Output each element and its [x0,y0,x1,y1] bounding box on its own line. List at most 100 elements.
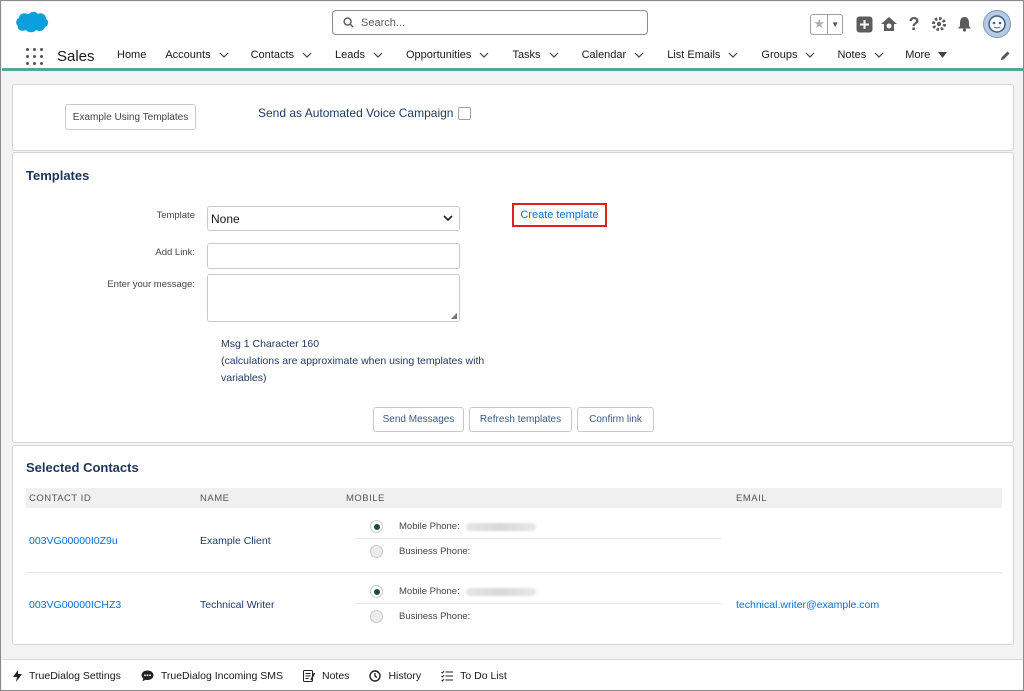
send-messages-button[interactable]: Send Messages [373,407,464,432]
contact-name[interactable]: Example Client [200,535,271,547]
nav-tab-list-emails[interactable]: List Emails [667,49,738,61]
nav-tab-label: Notes [837,49,867,61]
nav-tab-label: Opportunities [406,49,472,61]
row-divider [26,572,1002,573]
contact-id[interactable]: 003VG00000ICHZ3 [29,599,121,611]
salesforce-logo-icon[interactable] [15,10,49,37]
lightning-icon [13,669,22,682]
voice-campaign-checkbox[interactable] [458,106,472,120]
notes-icon [303,669,315,682]
nav-tab-label: Groups [761,49,798,61]
bell-icon[interactable] [953,13,975,35]
template-select[interactable]: None [207,206,460,231]
utility-label: Notes [322,669,350,682]
utility-label: History [388,669,422,682]
chevron-down-icon[interactable] [728,50,738,61]
utility-label: To Do List [460,669,507,682]
mobile-phone-label: Mobile Phone: [399,521,460,532]
global-header: Search... ★ ▼ ? [2,2,1023,42]
nav-tab-label: Calendar [581,49,627,61]
voice-campaign-option: Send as Automated Voice Campaign [258,106,472,120]
redacted-phone-number [465,522,536,531]
resize-handle-icon[interactable]: ◢ [451,311,457,320]
utility-label: TrueDialog Settings [29,669,121,682]
business-phone-option: Business Phone: [356,539,721,563]
nav-tab-home[interactable]: Home [117,49,146,61]
caret-down-icon[interactable]: ▼ [828,15,842,34]
app-window: Search... ★ ▼ ? Sales Home Accounts Cont… [0,0,1024,691]
business-phone-option: Business Phone: [356,604,721,628]
utility-truedialog-settings[interactable]: TrueDialog Settings [13,669,121,682]
mobile-phone-option: Mobile Phone: [356,515,721,539]
business-phone-radio[interactable] [370,544,383,558]
contact-email[interactable]: technical.writer@example.com [736,599,879,611]
refresh-templates-button[interactable]: Refresh templates [469,407,572,432]
business-phone-radio[interactable] [370,609,383,623]
help-icon[interactable]: ? [903,13,925,35]
checklist-icon [441,670,454,682]
voice-campaign-label: Send as Automated Voice Campaign [258,106,454,120]
create-template-link[interactable]: Create template [512,203,607,227]
search-input[interactable]: Search... [332,10,648,35]
utility-history[interactable]: History [369,670,421,682]
nav-tab-contacts[interactable]: Contacts [251,49,312,61]
chevron-down-icon[interactable] [373,50,383,61]
table-row: 003VG00000ICHZ3 Technical Writer technic… [26,577,1002,637]
gear-icon[interactable] [928,13,950,35]
contact-id[interactable]: 003VG00000I0Z9u [29,535,118,547]
chevron-down-icon[interactable] [634,50,644,61]
caret-down-icon[interactable] [938,50,948,61]
nav-tab-label: Home [117,49,147,61]
message-textarea[interactable]: ◢ [207,274,460,322]
chevron-down-icon[interactable] [805,50,815,61]
nav-tab-label: Accounts [165,49,211,61]
contact-name[interactable]: Technical Writer [200,599,275,611]
template-selected-value: None [211,211,240,226]
chevron-down-icon[interactable] [549,50,559,61]
table-row: 003VG00000I0Z9u Example Client Mobile Ph… [26,512,1002,572]
chevron-down-icon[interactable] [874,50,884,61]
edit-nav-icon[interactable] [1000,50,1011,64]
utility-label: TrueDialog Incoming SMS [160,669,283,682]
add-icon[interactable] [853,13,875,35]
nav-tab-notes[interactable]: Notes [837,49,884,61]
selected-contacts-card: Selected Contacts CONTACT ID NAME MOBILE… [12,445,1014,645]
nav-tab-tasks[interactable]: Tasks [512,49,558,61]
chevron-down-icon[interactable] [479,50,489,61]
nav-tab-calendar[interactable]: Calendar [582,49,645,61]
nav-tab-leads[interactable]: Leads [335,49,383,61]
favorites-control[interactable]: ★ ▼ [810,13,843,35]
nav-tab-opportunities[interactable]: Opportunities [406,49,489,61]
nav-tab-label: Leads [335,49,365,61]
example-using-templates-button[interactable]: Example Using Templates [65,104,196,130]
business-phone-label: Business Phone: [399,610,471,622]
mobile-phone-radio[interactable] [370,520,383,533]
template-label: Template [156,210,195,221]
chevron-down-icon[interactable] [302,50,312,61]
header-utilities: ★ ▼ ? [810,10,1011,38]
user-avatar[interactable] [983,10,1011,38]
mobile-phone-radio[interactable] [370,585,383,598]
star-icon[interactable]: ★ [811,14,829,34]
add-link-input[interactable] [207,243,460,269]
business-phone-label: Business Phone: [399,545,471,557]
nav-tab-label: More [905,49,931,61]
utility-notes[interactable]: Notes [303,669,350,682]
confirm-link-button[interactable]: Confirm link [577,407,654,432]
nav-tabs: Home Accounts Contacts Leads Opportunities Ta… [117,49,967,61]
utility-bar: TrueDialog Settings TrueDialog Incoming … [2,659,1023,690]
app-launcher-icon[interactable] [26,48,43,65]
nav-tab-groups[interactable]: Groups [761,49,815,61]
search-icon [343,17,354,28]
trailhead-icon[interactable] [878,13,900,35]
nav-tab-more[interactable]: More [905,49,948,61]
utility-truedialog-incoming-sms[interactable]: TrueDialog Incoming SMS [141,670,283,682]
column-email: EMAIL [736,493,768,504]
chevron-down-icon[interactable] [219,50,229,61]
templates-card: Templates Template None Create template … [12,152,1014,443]
nav-tab-accounts[interactable]: Accounts [165,49,229,61]
message-count: Msg 1 Character 160 [221,338,320,350]
nav-tab-label: Contacts [250,49,295,61]
nav-tab-label: List Emails [667,49,721,61]
utility-to-do-list[interactable]: To Do List [441,670,507,682]
